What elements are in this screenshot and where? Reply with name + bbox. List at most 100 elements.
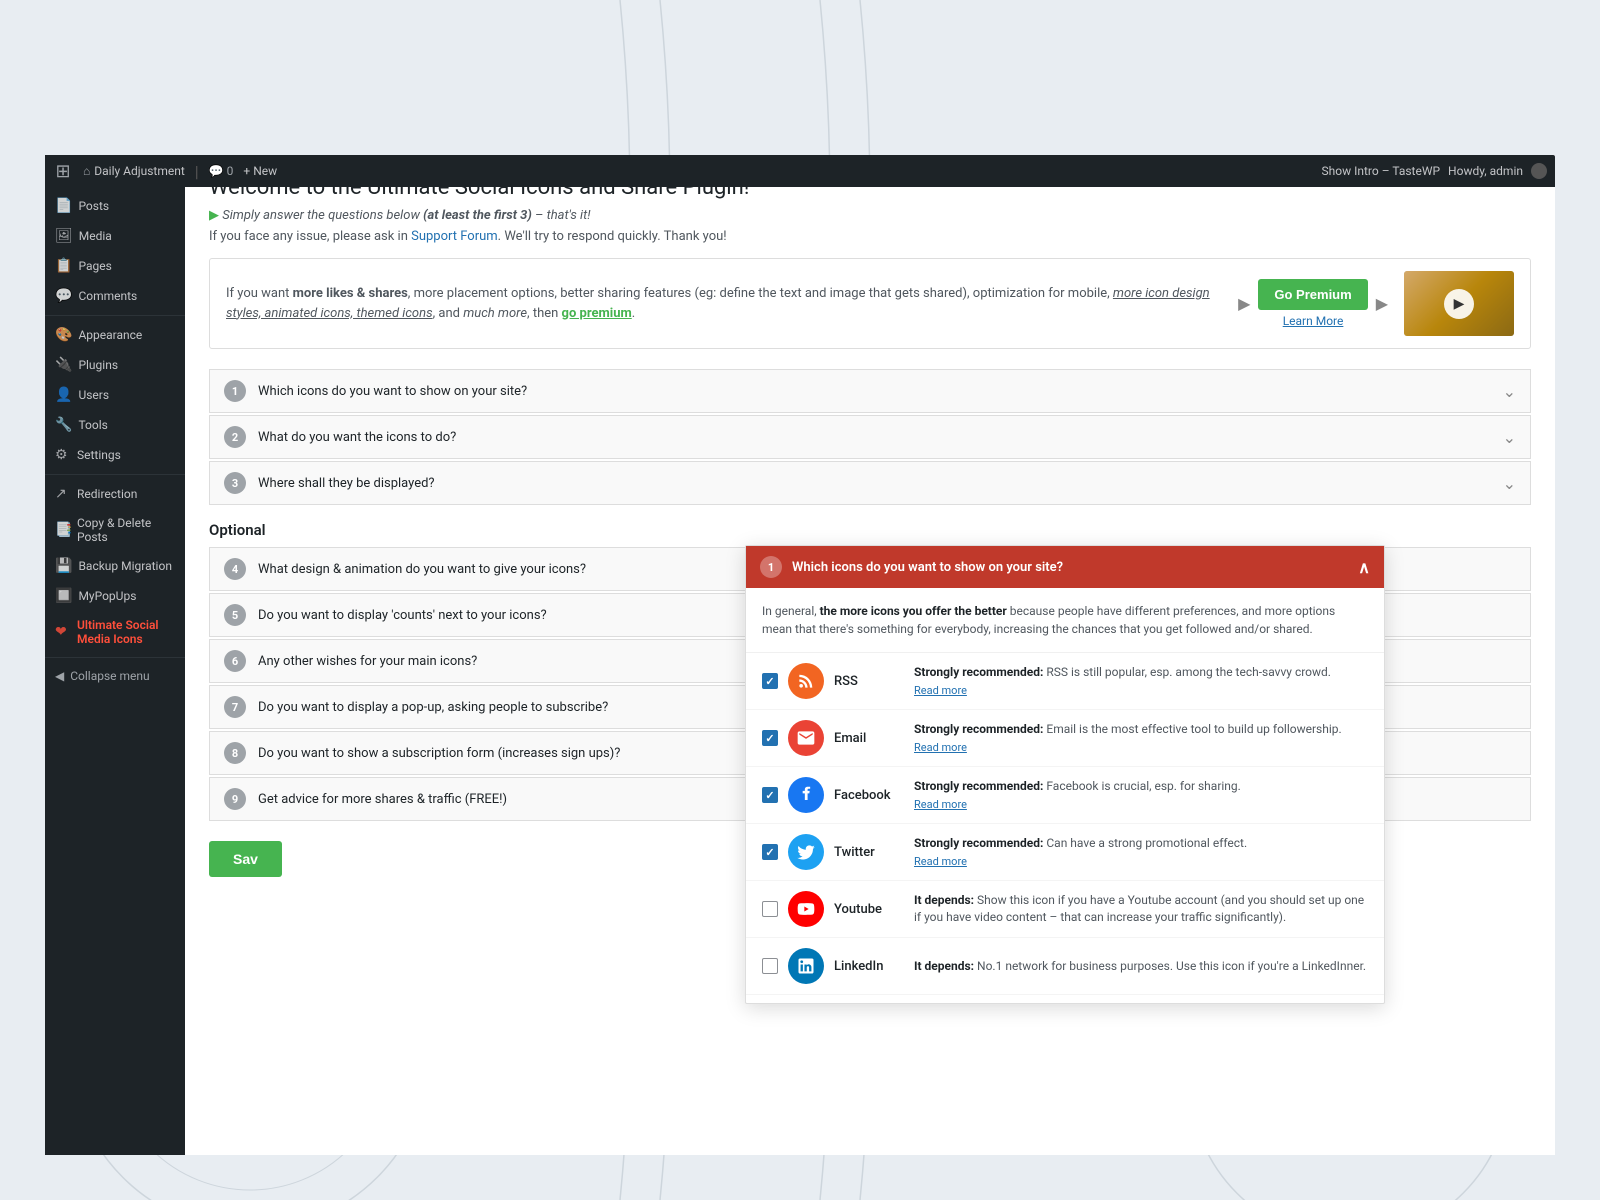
sidebar-item-users[interactable]: 👤 Users xyxy=(45,380,185,410)
save-button[interactable]: Sav xyxy=(209,841,282,877)
social-checkbox-youtube[interactable] xyxy=(762,901,778,917)
subtitle-prefix: Simply answer the questions below xyxy=(222,208,423,223)
panel-desc-text: In general, xyxy=(762,604,820,618)
question-num-4: 4 xyxy=(224,558,246,580)
social-checkbox-email[interactable] xyxy=(762,730,778,746)
subtitle-bold: (at least the first 3) xyxy=(423,208,532,223)
sidebar-item-media[interactable]: 🖼 Media xyxy=(45,221,185,251)
email-icon xyxy=(788,720,824,756)
sidebar-item-backup-migration[interactable]: 💾 Backup Migration xyxy=(45,551,185,581)
admin-bar-comments[interactable]: 💬 0 xyxy=(209,164,234,178)
go-premium-wrap: Go Premium Learn More xyxy=(1258,279,1367,328)
social-name-linkedin: LinkedIn xyxy=(834,959,904,974)
sidebar-label-settings: Settings xyxy=(77,448,121,462)
social-checkbox-linkedin[interactable] xyxy=(762,958,778,974)
new-link[interactable]: + New xyxy=(243,164,277,178)
question-text-2: What do you want the icons to do? xyxy=(258,430,1503,445)
copy-delete-icon: 📑 xyxy=(55,522,71,538)
sidebar-collapse-button[interactable]: ◀ Collapse menu xyxy=(45,662,185,690)
sidebar-label-posts: Posts xyxy=(78,199,109,213)
comments-icon: 💬 xyxy=(55,288,72,304)
youtube-icon xyxy=(788,891,824,927)
question-item-3[interactable]: 3 Where shall they be displayed? ⌄ xyxy=(209,461,1531,505)
social-name-facebook: Facebook xyxy=(834,788,904,803)
question-num-6: 6 xyxy=(224,650,246,672)
social-checkbox-twitter[interactable] xyxy=(762,844,778,860)
sidebar-item-comments[interactable]: 💬 Comments xyxy=(45,281,185,311)
video-play-overlay[interactable]: ▶ xyxy=(1444,289,1474,319)
show-intro-link[interactable]: Show Intro – TasteWP xyxy=(1322,164,1441,178)
play-icon-right[interactable]: ▶ xyxy=(1376,294,1388,313)
backup-icon: 💾 xyxy=(55,558,72,574)
sidebar-label-media: Media xyxy=(79,229,112,243)
mypopups-icon: 🔲 xyxy=(55,588,72,604)
collapse-icon: ◀ xyxy=(55,669,64,683)
wp-body: ⊞ Dashboard 📄 Posts 🖼 Media 📋 Pages 💬 Co… xyxy=(45,155,1555,1155)
expanded-panel-header[interactable]: 1 Which icons do you want to show on you… xyxy=(746,546,1384,588)
play-icon[interactable]: ▶ xyxy=(1238,294,1250,313)
sidebar-collapse-label: Collapse menu xyxy=(70,669,149,683)
sidebar-item-appearance[interactable]: 🎨 Appearance xyxy=(45,320,185,350)
sidebar-item-pages[interactable]: 📋 Pages xyxy=(45,251,185,281)
rss-read-more[interactable]: Read more xyxy=(914,683,1368,698)
social-item-linkedin: LinkedIn It depends: No.1 network for bu… xyxy=(746,938,1384,995)
social-item-facebook: Facebook Strongly recommended: Facebook … xyxy=(746,767,1384,824)
sidebar-divider-2 xyxy=(45,474,185,475)
question-num-1: 1 xyxy=(224,380,246,402)
wp-logo-icon: ⊞ xyxy=(53,161,73,181)
question-item-1[interactable]: 1 Which icons do you want to show on you… xyxy=(209,369,1531,413)
go-premium-button[interactable]: Go Premium xyxy=(1258,279,1367,310)
social-name-twitter: Twitter xyxy=(834,845,904,860)
facebook-read-more[interactable]: Read more xyxy=(914,797,1368,812)
social-desc-youtube: It depends: Show this icon if you have a… xyxy=(914,892,1368,926)
sidebar-label-users: Users xyxy=(78,388,109,402)
social-list: RSS Strongly recommended: RSS is still p… xyxy=(746,653,1384,1003)
social-checkbox-rss[interactable] xyxy=(762,673,778,689)
sidebar-label-plugins: Plugins xyxy=(78,358,118,372)
sidebar-label-comments: Comments xyxy=(78,289,137,303)
sidebar-item-plugins[interactable]: 🔌 Plugins xyxy=(45,350,185,380)
admin-bar-site: ⌂ Daily Adjustment xyxy=(83,164,185,178)
question-item-2[interactable]: 2 What do you want the icons to do? ⌄ xyxy=(209,415,1531,459)
admin-bar-new[interactable]: + New xyxy=(243,164,277,178)
sidebar: ⊞ Dashboard 📄 Posts 🖼 Media 📋 Pages 💬 Co… xyxy=(45,155,185,1155)
social-item-pinterest: Pinterest It depends: Show this icon if … xyxy=(746,995,1384,1003)
learn-more-link[interactable]: Learn More xyxy=(1258,314,1367,328)
social-item-email: Email Strongly recommended: Email is the… xyxy=(746,710,1384,767)
sidebar-item-posts[interactable]: 📄 Posts xyxy=(45,191,185,221)
twitter-icon xyxy=(788,834,824,870)
admin-avatar[interactable] xyxy=(1531,163,1547,179)
pages-icon: 📋 xyxy=(55,258,72,274)
sidebar-label-backup-migration: Backup Migration xyxy=(78,559,172,573)
sidebar-divider-3 xyxy=(45,657,185,658)
admin-bar-right: Show Intro – TasteWP Howdy, admin xyxy=(1322,163,1547,179)
sidebar-label-copy-delete: Copy & Delete Posts xyxy=(77,516,175,544)
social-checkbox-facebook[interactable] xyxy=(762,787,778,803)
plugin-desc: If you face any issue, please ask in Sup… xyxy=(209,229,1531,244)
support-forum-link[interactable]: Support Forum xyxy=(411,229,498,244)
site-name[interactable]: Daily Adjustment xyxy=(94,164,185,178)
subtitle-suffix: – that's it! xyxy=(532,208,591,223)
sidebar-item-redirection[interactable]: ↗ Redirection xyxy=(45,479,185,509)
social-desc-linkedin: It depends: No.1 network for business pu… xyxy=(914,958,1368,975)
email-read-more[interactable]: Read more xyxy=(914,740,1368,755)
expanded-panel-num: 1 xyxy=(760,556,782,578)
ultimate-social-icon: ❤ xyxy=(55,624,71,640)
question-num-3: 3 xyxy=(224,472,246,494)
premium-image: ▶ xyxy=(1404,271,1514,336)
social-name-email: Email xyxy=(834,731,904,746)
tools-icon: 🔧 xyxy=(55,417,72,433)
questions-list: 1 Which icons do you want to show on you… xyxy=(209,369,1531,505)
social-name-rss: RSS xyxy=(834,674,904,689)
twitter-read-more[interactable]: Read more xyxy=(914,854,1368,869)
redirection-icon: ↗ xyxy=(55,486,71,502)
social-desc-facebook: Strongly recommended: Facebook is crucia… xyxy=(914,778,1368,812)
sidebar-item-settings[interactable]: ⚙ Settings xyxy=(45,440,185,470)
wp-wrapper: ⊞ Dashboard 📄 Posts 🖼 Media 📋 Pages 💬 Co… xyxy=(45,155,1555,1155)
sidebar-item-mypopups[interactable]: 🔲 MyPopUps xyxy=(45,581,185,611)
sidebar-item-copy-delete[interactable]: 📑 Copy & Delete Posts xyxy=(45,509,185,551)
sidebar-item-ultimate-social[interactable]: ❤ Ultimate Social Media Icons xyxy=(45,611,185,653)
go-premium-link[interactable]: go premium xyxy=(562,306,632,321)
sidebar-item-tools[interactable]: 🔧 Tools xyxy=(45,410,185,440)
social-desc-rss: Strongly recommended: RSS is still popul… xyxy=(914,664,1368,698)
